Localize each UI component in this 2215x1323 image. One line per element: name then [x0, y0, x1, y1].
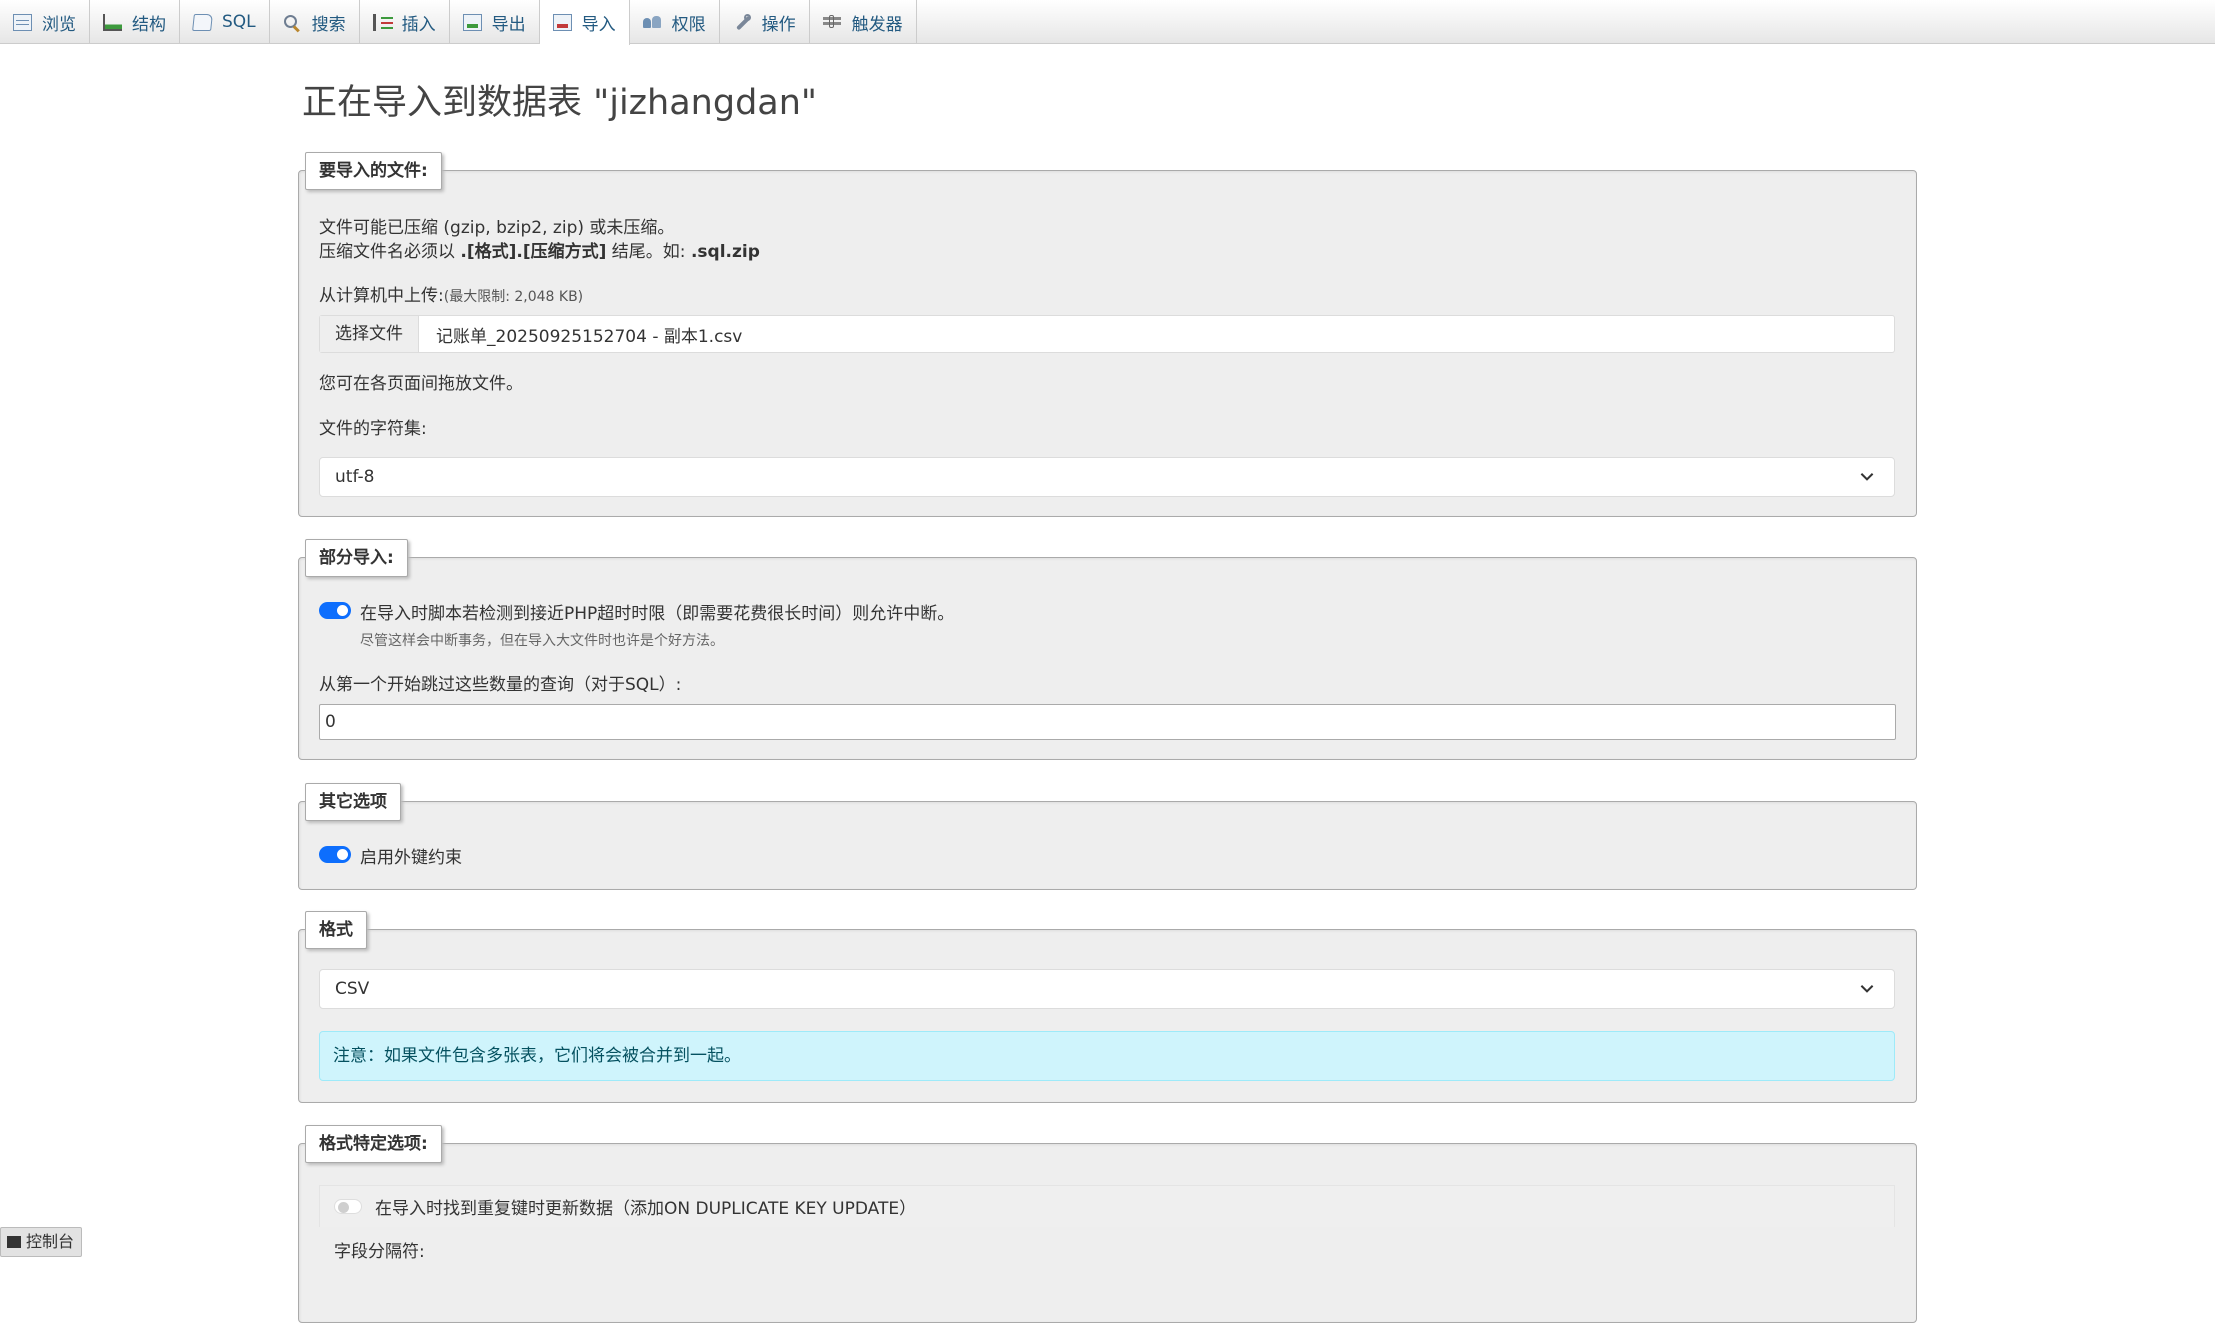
choose-file-button[interactable]: 选择文件: [320, 316, 419, 352]
compression-filename-info: 压缩文件名必须以 .[格式].[压缩方式] 结尾。如: .sql.zip: [319, 237, 760, 262]
charset-value: utf-8: [335, 467, 375, 487]
upload-label-text: 从计算机中上传:: [319, 286, 444, 306]
operations-icon: [733, 13, 752, 31]
table-tab-bar: 浏览 结构 SQL 搜索 插入 导出 导入 权限 操作 触发器: [0, 0, 2215, 45]
section-legend: 格式特定选项:: [305, 1125, 442, 1163]
tab-search[interactable]: 搜索: [270, 0, 360, 44]
info-text: 压缩文件名必须以: [319, 242, 461, 262]
privileges-icon: [642, 14, 662, 31]
tab-export[interactable]: 导出: [450, 0, 540, 44]
tab-label: 触发器: [851, 14, 903, 35]
tab-label: SQL: [222, 12, 256, 32]
console-toggle[interactable]: 控制台: [0, 1227, 82, 1257]
format-section: 格式 CSV 注意：如果文件包含多张表，它们将会被合并到一起。: [298, 911, 1917, 1103]
update-duplicate-toggle[interactable]: [334, 1199, 362, 1214]
charset-select[interactable]: utf-8: [319, 457, 1895, 497]
page-title: 正在导入到数据表 "jizhangdan": [302, 83, 818, 123]
tab-operations[interactable]: 操作: [720, 0, 810, 44]
merge-tables-notice: 注意：如果文件包含多张表，它们将会被合并到一起。: [319, 1031, 1895, 1081]
foreign-key-checks-toggle[interactable]: [319, 846, 351, 863]
tab-import[interactable]: 导入: [539, 0, 630, 45]
sql-icon: [192, 13, 213, 31]
drag-drop-hint: 您可在各页面间拖放文件。: [319, 374, 523, 394]
charset-label: 文件的字符集:: [319, 419, 427, 439]
tab-structure[interactable]: 结构: [90, 0, 180, 44]
tab-insert[interactable]: 插入: [360, 0, 450, 44]
tab-label: 搜索: [311, 14, 346, 35]
triggers-icon: [822, 14, 842, 31]
file-input[interactable]: 选择文件 记账单_20250925152704 - 副本1.csv: [319, 315, 1895, 353]
tab-label: 浏览: [42, 14, 76, 35]
export-icon: [462, 13, 482, 31]
chevron-down-icon: [1860, 985, 1874, 993]
insert-icon: [372, 13, 393, 31]
format-specific-options-section: 格式特定选项: 在导入时找到重复键时更新数据（添加ON DUPLICATE KE…: [298, 1125, 1917, 1323]
format-select[interactable]: CSV: [319, 969, 1895, 1009]
tab-label: 导出: [491, 14, 526, 35]
skip-queries-label: 从第一个开始跳过这些数量的查询（对于SQL）:: [319, 675, 682, 695]
field-separator-label: 字段分隔符:: [334, 1242, 425, 1262]
foreign-key-checks-label: 启用外键约束: [360, 848, 462, 868]
allow-interrupt-toggle[interactable]: [319, 602, 351, 619]
chevron-down-icon: [1860, 473, 1874, 481]
browse-icon: [13, 13, 32, 31]
allow-interrupt-hint: 尽管这样会中断事务，但在导入大文件时也许是个好方法。: [360, 633, 724, 649]
skip-queries-input[interactable]: 0: [319, 704, 1896, 740]
info-text: 结尾。如:: [606, 242, 691, 262]
console-icon: [7, 1236, 21, 1248]
import-icon: [552, 14, 572, 31]
update-duplicate-label: 在导入时找到重复键时更新数据（添加ON DUPLICATE KEY UPDATE…: [375, 1199, 917, 1219]
section-legend: 要导入的文件:: [305, 152, 442, 190]
upload-label: 从计算机中上传:(最大限制: 2,048 KB): [319, 281, 583, 306]
tab-label: 结构: [132, 14, 166, 35]
partial-import-section: 部分导入: 在导入时脚本若检测到接近PHP超时时限（即需要花费很长时间）则允许中…: [298, 539, 1917, 760]
tab-privileges[interactable]: 权限: [630, 0, 720, 44]
upload-limit: (最大限制: 2,048 KB): [443, 289, 584, 305]
tab-sql[interactable]: SQL: [180, 0, 270, 44]
file-to-import-section: 要导入的文件: 文件可能已压缩 (gzip, bzip2, zip) 或未压缩。…: [298, 152, 1917, 517]
tab-label: 导入: [581, 15, 616, 35]
format-pattern: .[格式].[压缩方式]: [460, 242, 607, 262]
search-icon: [283, 14, 302, 31]
tab-triggers[interactable]: 触发器: [810, 0, 917, 44]
section-legend: 其它选项: [305, 783, 401, 821]
example-extension: .sql.zip: [690, 242, 760, 262]
tab-browse[interactable]: 浏览: [0, 0, 90, 44]
tab-label: 操作: [761, 14, 796, 35]
console-label: 控制台: [26, 1232, 75, 1251]
section-legend: 格式: [305, 911, 367, 949]
section-legend: 部分导入:: [305, 539, 408, 577]
allow-interrupt-label: 在导入时脚本若检测到接近PHP超时时限（即需要花费很长时间）则允许中断。: [360, 604, 955, 624]
structure-icon: [103, 13, 122, 31]
compression-info: 文件可能已压缩 (gzip, bzip2, zip) 或未压缩。: [319, 218, 675, 238]
tab-label: 权限: [671, 14, 706, 35]
other-options-section: 其它选项 启用外键约束: [298, 783, 1917, 890]
selected-file-name: 记账单_20250925152704 - 副本1.csv: [436, 326, 743, 347]
tab-label: 插入: [401, 14, 436, 35]
format-value: CSV: [335, 979, 370, 999]
